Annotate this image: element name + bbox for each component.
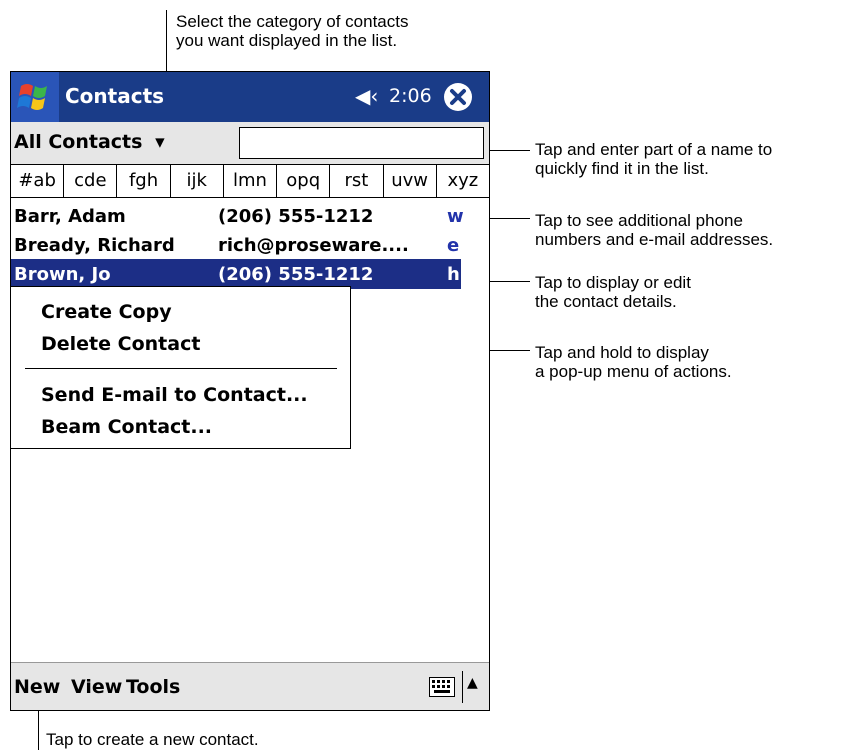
menu-item-delete-contact[interactable]: Delete Contact (41, 333, 200, 355)
hold-callout-line2: a pop-up menu of actions. (535, 362, 732, 381)
category-callout-line2: you want displayed in the list. (176, 31, 398, 50)
contact-type-indicator[interactable]: w (447, 206, 464, 227)
tab-xyz[interactable]: xyz (437, 165, 489, 197)
view-menu[interactable]: View (71, 676, 122, 698)
context-menu: Create Copy Delete Contact Send E-mail t… (11, 286, 351, 449)
clock[interactable]: 2:06 (389, 85, 432, 107)
contact-info: (206) 555-1212 (218, 264, 374, 285)
new-callout-leader (38, 706, 39, 750)
category-dropdown[interactable]: All Contacts ▾ (14, 131, 165, 153)
contact-type-indicator[interactable]: e (447, 235, 459, 256)
menu-item-send-email[interactable]: Send E-mail to Contact... (41, 384, 308, 406)
keyboard-icon[interactable] (429, 677, 455, 697)
find-callout-leader (484, 150, 530, 151)
phone-callout-line1: Tap to see additional phone (535, 211, 743, 230)
alphabet-tabs: #ab cde fgh ijk lmn opq rst uvw xyz (11, 164, 489, 198)
sip-arrow-icon[interactable]: ▲ (467, 675, 478, 691)
menu-separator (25, 368, 337, 369)
tab-opq[interactable]: opq (277, 165, 331, 197)
contact-info: rich@proseware.... (218, 235, 409, 256)
contact-name: Barr, Adam (14, 206, 126, 227)
start-button[interactable] (11, 72, 59, 122)
tab-ijk[interactable]: ijk (171, 165, 224, 197)
contact-row[interactable]: Barr, Adam (206) 555-1212 w (11, 201, 464, 231)
tab-cde[interactable]: cde (64, 165, 118, 197)
new-callout-line: Tap to create a new contact. (46, 730, 259, 749)
windows-flag-icon (17, 84, 47, 110)
details-callout-line1: Tap to display or edit (535, 273, 691, 292)
contact-name: Brown, Jo (14, 264, 111, 285)
tab-ab[interactable]: #ab (11, 165, 65, 197)
phone-callout-line2: numbers and e-mail addresses. (535, 230, 774, 249)
contact-info: (206) 555-1212 (218, 206, 374, 227)
find-callout-line1: Tap and enter part of a name to (535, 140, 773, 159)
sip-divider (462, 671, 463, 703)
close-button[interactable] (444, 83, 472, 111)
tab-uvw[interactable]: uvw (384, 165, 437, 197)
tab-lmn[interactable]: lmn (224, 165, 278, 197)
contact-type-indicator[interactable]: h (447, 264, 460, 285)
find-callout-line2: quickly find it in the list. (535, 159, 709, 178)
speaker-icon[interactable]: ◀‹ (355, 84, 378, 108)
chevron-down-icon: ▾ (155, 131, 165, 153)
close-icon (450, 89, 466, 105)
menu-item-beam-contact[interactable]: Beam Contact... (41, 416, 212, 438)
device-screen: Contacts ◀‹ 2:06 All Contacts ▾ #ab cde … (10, 71, 490, 711)
contact-name: Bready, Richard (14, 235, 175, 256)
details-callout-line2: the contact details. (535, 292, 677, 311)
tab-rst[interactable]: rst (330, 165, 384, 197)
contact-row-selected[interactable]: Brown, Jo (206) 555-1212 h (11, 259, 461, 289)
menu-bar: New View Tools ▲ (11, 662, 489, 710)
app-title: Contacts (65, 84, 165, 108)
title-bar: Contacts ◀‹ 2:06 (11, 72, 489, 122)
new-button[interactable]: New (14, 676, 60, 698)
contact-row[interactable]: Bready, Richard rich@proseware.... e (11, 230, 461, 260)
category-label: All Contacts (14, 131, 143, 153)
tools-menu[interactable]: Tools (126, 676, 180, 698)
menu-item-create-copy[interactable]: Create Copy (41, 301, 172, 323)
category-callout-line1: Select the category of contacts (176, 12, 409, 31)
filter-bar: All Contacts ▾ (11, 122, 489, 164)
tab-fgh[interactable]: fgh (117, 165, 171, 197)
hold-callout-line1: Tap and hold to display (535, 343, 709, 362)
find-input[interactable] (239, 127, 484, 159)
